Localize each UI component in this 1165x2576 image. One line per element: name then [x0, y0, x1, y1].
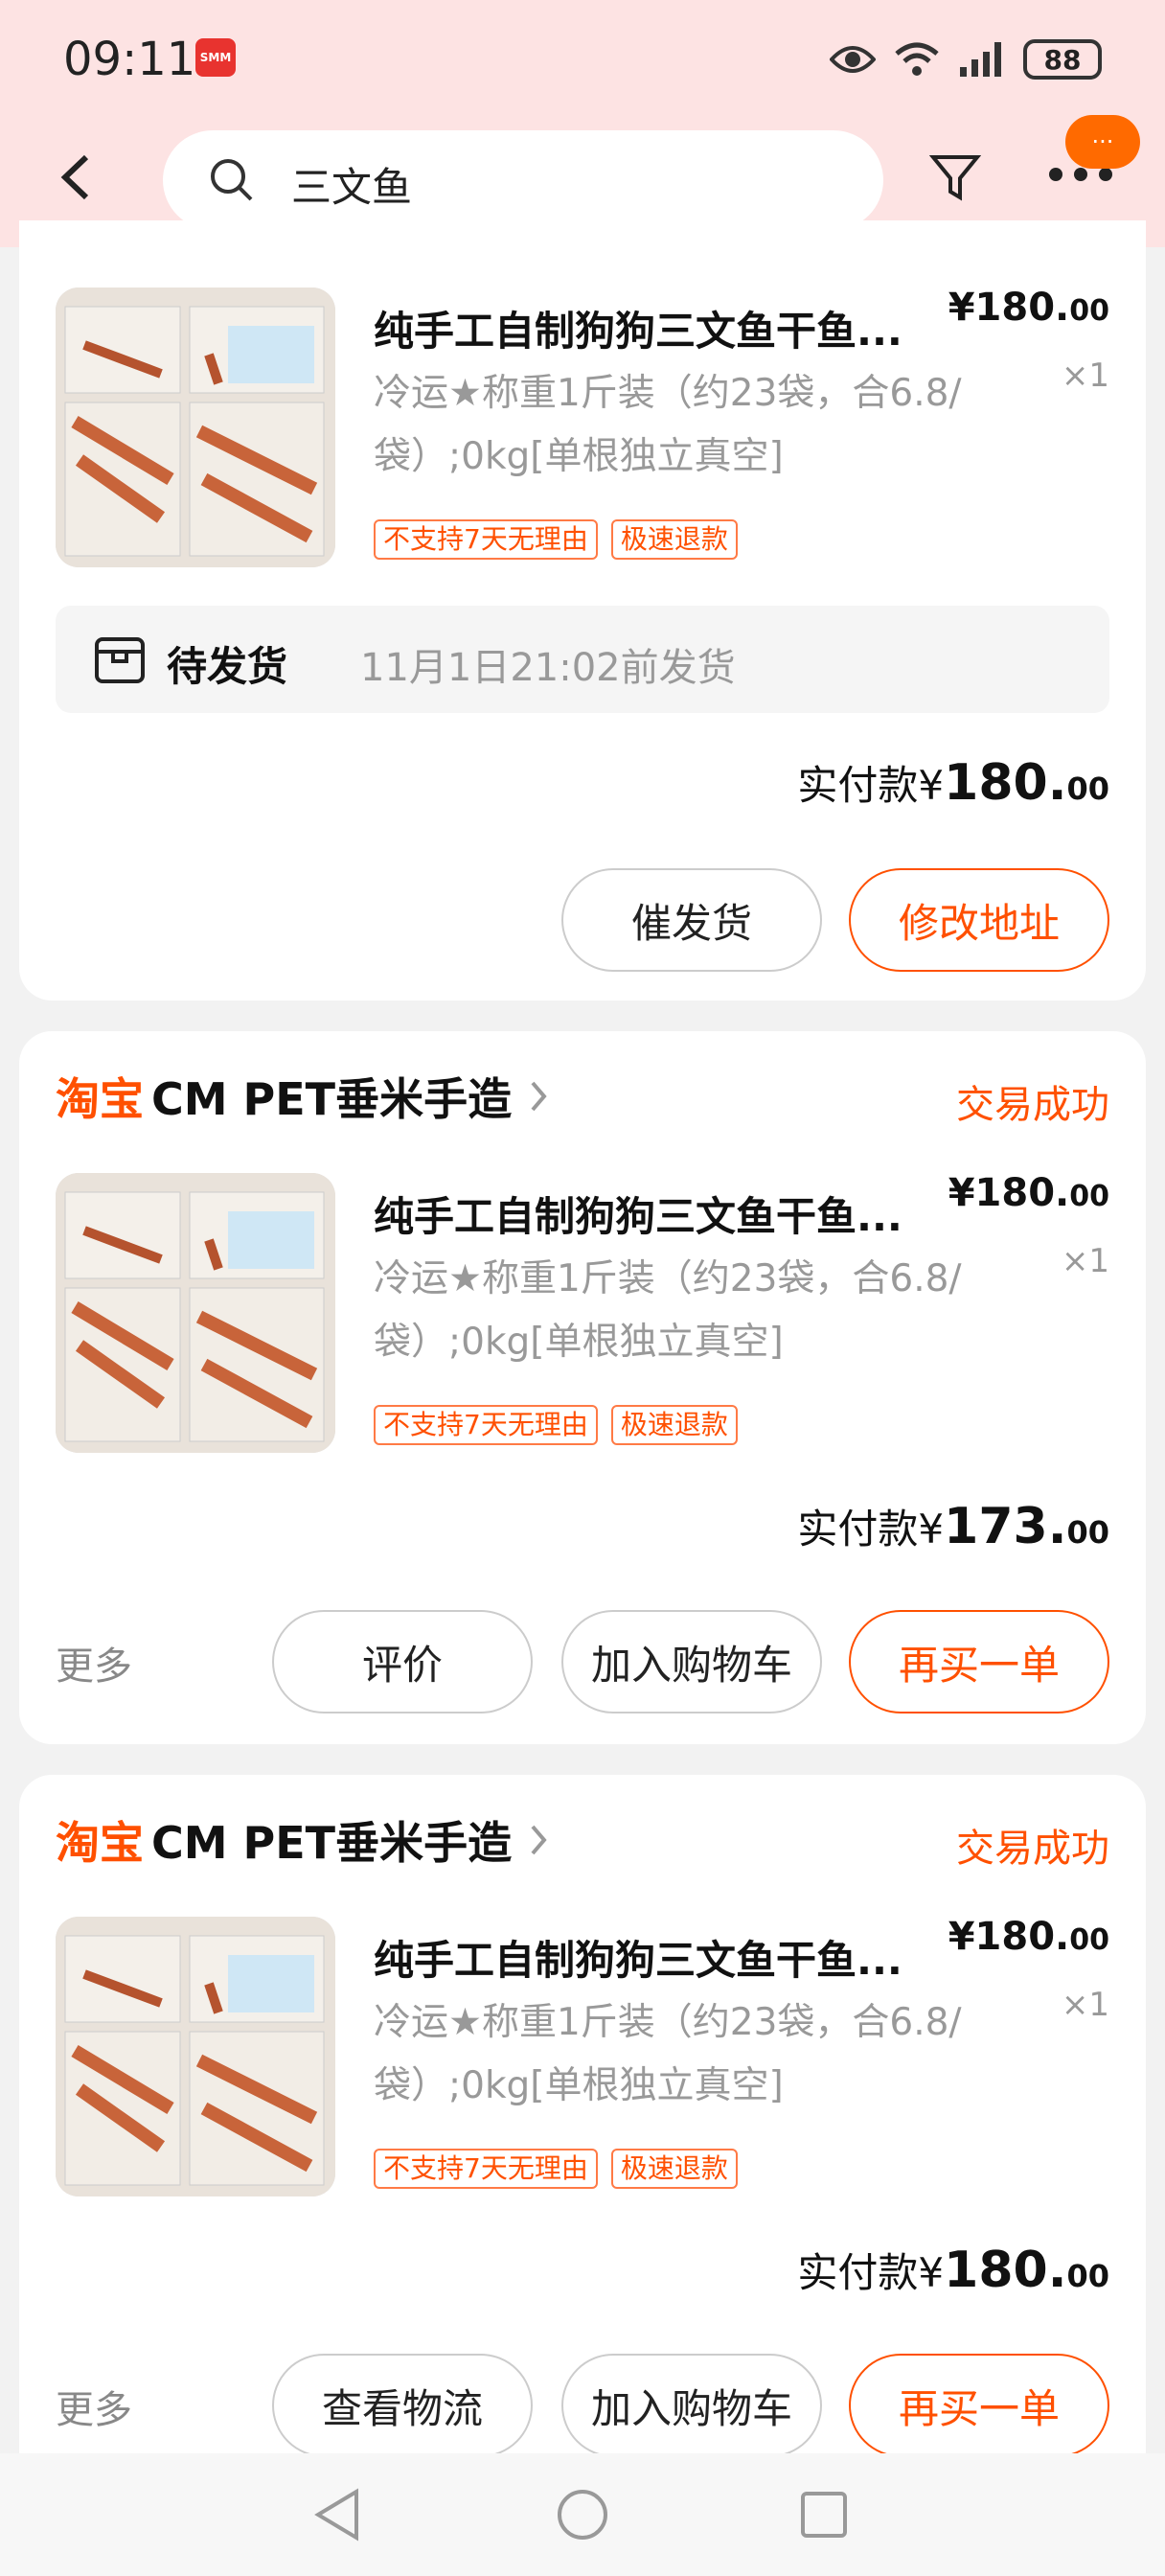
add-to-cart-button[interactable]: 加入购物车 — [561, 1610, 822, 1714]
product-title[interactable]: 纯手工自制狗狗三文鱼干鱼... — [374, 1184, 948, 1243]
product-title[interactable]: 纯手工自制狗狗三文鱼干鱼... — [374, 1928, 948, 1987]
product-tags: 不支持7天无理由 极速退款 — [374, 2149, 738, 2189]
paid-value: 173. — [944, 1498, 1067, 1555]
eye-icon — [830, 46, 876, 73]
product-tags: 不支持7天无理由 极速退款 — [374, 1405, 738, 1445]
order-card: 淘宝 CM PET垂米手造 交易成功 纯手工自制狗狗三文鱼干鱼... 冷运★称重… — [19, 1031, 1146, 1744]
buy-again-button[interactable]: 再买一单 — [849, 1610, 1109, 1714]
tag-fast-refund: 极速退款 — [610, 2149, 738, 2189]
paid-amount: 实付款¥173.00 — [797, 1497, 1109, 1555]
back-icon[interactable] — [57, 153, 96, 201]
order-card: 淘宝 CM PET垂米手造 交易成功 纯手工自制狗狗三文鱼干鱼... 冷运★称重… — [19, 1775, 1146, 2503]
battery-icon: 88 — [1023, 39, 1102, 80]
price-main: ¥180. — [948, 1171, 1070, 1215]
product-image[interactable] — [56, 288, 335, 567]
chevron-right-icon — [531, 1081, 547, 1112]
product-price: ¥180.00 — [948, 1915, 1109, 1959]
price-cents: 00 — [1069, 1180, 1109, 1213]
search-icon — [211, 159, 253, 201]
tag-fast-refund: 极速退款 — [610, 519, 738, 560]
shipping-status[interactable]: 待发货 11月1日21:02前发货 — [56, 606, 1109, 713]
order-status: 交易成功 — [956, 1827, 1109, 1871]
product-price: ¥180.00 — [948, 1171, 1109, 1215]
taobao-label: 淘宝 — [56, 1073, 144, 1125]
header: 09:11 SMM 88 三文鱼 ··· — [0, 0, 1165, 247]
nav-back-icon[interactable] — [312, 2488, 362, 2542]
status-bar: 09:11 SMM 88 — [0, 0, 1165, 115]
tag-no-return: 不支持7天无理由 — [374, 2149, 598, 2189]
product-qty: ×1 — [1061, 1986, 1109, 2024]
price-main: ¥180. — [948, 286, 1070, 330]
search-input[interactable]: 三文鱼 — [291, 155, 412, 214]
order-card: 纯手工自制狗狗三文鱼干鱼... 冷运★称重1斤装（约23袋，合6.8/袋）;0k… — [19, 220, 1146, 1000]
shipping-time: 11月1日21:02前发货 — [360, 646, 736, 690]
product-image[interactable] — [56, 1917, 335, 2196]
paid-cents: 00 — [1066, 1514, 1109, 1551]
product-price: ¥180.00 — [948, 286, 1109, 330]
price-cents: 00 — [1069, 294, 1109, 328]
order-status: 交易成功 — [956, 1083, 1109, 1127]
price-cents: 00 — [1069, 1923, 1109, 1957]
product-tags: 不支持7天无理由 极速退款 — [374, 519, 738, 560]
wifi-icon — [895, 42, 939, 76]
system-nav-bar — [0, 2453, 1165, 2576]
paid-label: 实付款 — [797, 762, 919, 809]
app-badge-icon: SMM — [195, 38, 236, 77]
filter-icon[interactable] — [929, 153, 981, 201]
tag-fast-refund: 极速退款 — [610, 1405, 738, 1445]
more-link[interactable]: 更多 — [56, 1635, 132, 1690]
chevron-right-icon — [531, 1825, 547, 1855]
product-sku: 冷运★称重1斤装（约23袋，合6.8/袋）;0kg[单根独立真空] — [374, 2001, 962, 2107]
price-main: ¥180. — [948, 1915, 1070, 1959]
change-address-button[interactable]: 修改地址 — [849, 868, 1109, 972]
search-bar[interactable]: 三文鱼 — [163, 130, 883, 230]
view-logistics-button[interactable]: 查看物流 — [272, 2354, 533, 2457]
paid-currency: ¥ — [918, 762, 945, 809]
review-button[interactable]: 评价 — [272, 1610, 533, 1714]
paid-currency: ¥ — [918, 2249, 945, 2296]
taobao-label: 淘宝 — [56, 1817, 144, 1869]
tag-no-return: 不支持7天无理由 — [374, 1405, 598, 1445]
paid-value: 180. — [944, 2242, 1067, 2299]
notification-bubble[interactable]: ··· — [1065, 115, 1140, 169]
paid-label: 实付款 — [797, 1506, 919, 1552]
paid-cents: 00 — [1066, 2258, 1109, 2294]
product-image[interactable] — [56, 1173, 335, 1453]
paid-label: 实付款 — [797, 2249, 919, 2296]
shop-link[interactable]: 淘宝 CM PET垂米手造 — [56, 1811, 548, 1869]
buy-again-button[interactable]: 再买一单 — [849, 2354, 1109, 2457]
product-title[interactable]: 纯手工自制狗狗三文鱼干鱼... — [374, 299, 948, 357]
product-sku: 冷运★称重1斤装（约23袋，合6.8/袋）;0kg[单根独立真空] — [374, 1257, 962, 1364]
tag-no-return: 不支持7天无理由 — [374, 519, 598, 560]
paid-cents: 00 — [1066, 770, 1109, 807]
shop-name: CM PET垂米手造 — [151, 1073, 513, 1125]
product-qty: ×1 — [1061, 1242, 1109, 1280]
nav-home-icon[interactable] — [556, 2488, 609, 2542]
shop-link[interactable]: 淘宝 CM PET垂米手造 — [56, 1068, 548, 1125]
signal-icon — [960, 42, 1001, 77]
urge-shipment-button[interactable]: 催发货 — [561, 868, 822, 972]
add-to-cart-button[interactable]: 加入购物车 — [561, 2354, 822, 2457]
paid-amount: 实付款¥180.00 — [797, 2241, 1109, 2299]
paid-amount: 实付款¥180.00 — [797, 753, 1109, 812]
shop-name: CM PET垂米手造 — [151, 1817, 513, 1869]
paid-currency: ¥ — [918, 1506, 945, 1552]
more-link[interactable]: 更多 — [56, 2379, 132, 2434]
package-icon — [95, 637, 145, 683]
shipping-label: 待发货 — [167, 643, 288, 690]
status-time: 09:11 — [63, 33, 196, 86]
status-icons: 88 — [830, 36, 1102, 82]
product-sku: 冷运★称重1斤装（约23袋，合6.8/袋）;0kg[单根独立真空] — [374, 372, 962, 478]
product-qty: ×1 — [1061, 356, 1109, 395]
paid-value: 180. — [944, 754, 1067, 812]
nav-recents-icon[interactable] — [799, 2490, 849, 2540]
